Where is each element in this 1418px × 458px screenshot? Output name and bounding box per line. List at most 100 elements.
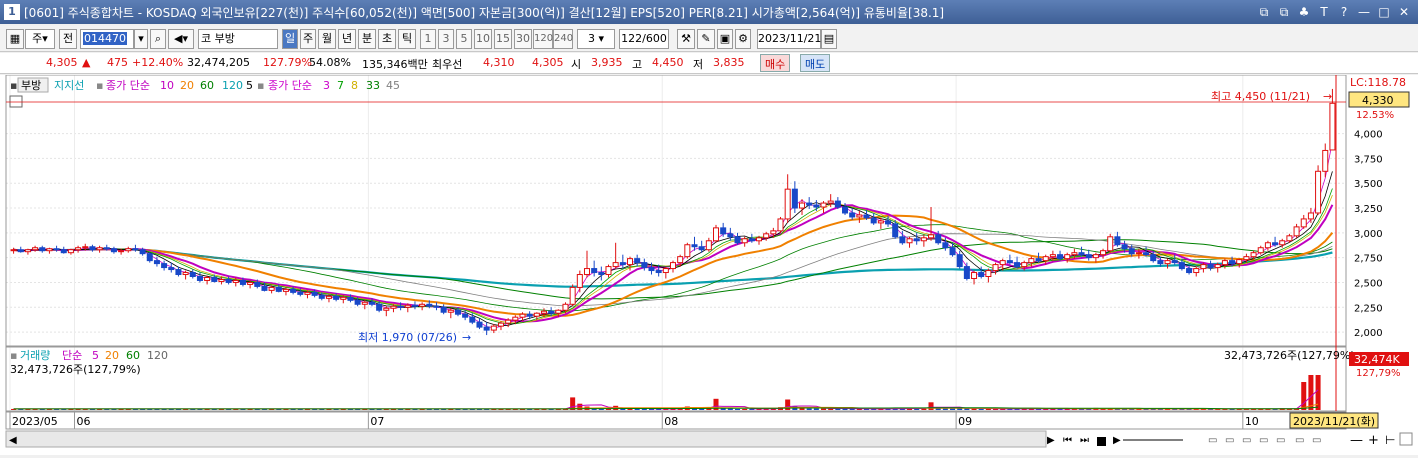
candle-body: [562, 303, 569, 311]
y-tick-label: 3,750: [1354, 154, 1383, 165]
count-input[interactable]: 122/600: [619, 29, 669, 49]
candle-body: [196, 276, 203, 281]
zoom-in-icon[interactable]: +: [1368, 433, 1379, 448]
stock-code-input[interactable]: 014470: [80, 29, 134, 49]
chart-menu-icon[interactable]: ▦: [6, 29, 24, 49]
period-tick-tab[interactable]: 틱: [398, 29, 416, 49]
save-icon[interactable]: ▣: [717, 29, 733, 49]
interval-30[interactable]: 30: [514, 29, 532, 49]
tool-icon-2[interactable]: ▭: [1225, 435, 1234, 446]
close-icon[interactable]: ✕: [1396, 4, 1412, 20]
volume-bar: [806, 408, 812, 410]
period-month-tab[interactable]: 월: [318, 29, 336, 49]
last-page-icon[interactable]: ⏭: [1080, 435, 1089, 446]
maximize-icon[interactable]: □: [1376, 4, 1392, 20]
candle-body: [591, 268, 598, 274]
candle-body: [512, 316, 519, 321]
search-icon[interactable]: ⌕: [150, 29, 166, 49]
volume-bar: [942, 408, 948, 410]
code-dropdown-icon[interactable]: ▾: [134, 29, 148, 49]
interval-10[interactable]: 10: [474, 29, 492, 49]
x-tick-label: 07: [370, 415, 384, 428]
tool-icon-4[interactable]: ▭: [1259, 435, 1268, 446]
volume-ma-5: 5: [92, 349, 99, 362]
scroll-track[interactable]: [5, 430, 1047, 448]
candle-body: [734, 236, 741, 244]
candle-body: [32, 247, 39, 251]
tool-icon-1[interactable]: ▭: [1208, 435, 1217, 446]
sound-icon[interactable]: ◀▾: [168, 29, 194, 49]
period-week-tab[interactable]: 주: [300, 29, 316, 49]
candle-body: [677, 256, 684, 264]
candle-body: [806, 202, 813, 206]
legend-bullet: ▪: [10, 79, 17, 92]
tool-icon-5[interactable]: ▭: [1276, 435, 1285, 446]
candle-body: [1315, 170, 1322, 214]
text-icon[interactable]: T: [1316, 4, 1332, 20]
chart-type-select[interactable]: 주▾: [25, 29, 55, 49]
interval-select[interactable]: 3 ▾: [577, 29, 615, 49]
copy-window-icon[interactable]: ⧉: [1276, 4, 1292, 20]
volume-title: 거래량: [20, 349, 50, 362]
tool-icon-6[interactable]: ▭: [1295, 435, 1304, 446]
candle-body: [469, 316, 476, 323]
interval-120[interactable]: 120: [533, 29, 553, 49]
interval-240[interactable]: 240: [553, 29, 573, 49]
club-icon[interactable]: ♣: [1296, 4, 1312, 20]
interval-15[interactable]: 15: [494, 29, 512, 49]
legend-ma1-60: 60: [200, 79, 214, 92]
candle-body: [1114, 236, 1121, 246]
candle-body: [877, 220, 884, 224]
panel-grid-icon[interactable]: [9, 95, 23, 108]
candle-body: [1286, 235, 1293, 242]
scrollbar[interactable]: ◀ ▶ ⏮ ⏭ ▶ ▭ ▭ ▭ ▭ ▭ ▭ ▭ — + ⊢: [5, 430, 1413, 448]
period-year-tab[interactable]: 년: [338, 29, 356, 49]
scope-button[interactable]: 전: [59, 29, 77, 49]
tool-icon-7[interactable]: ▭: [1312, 435, 1321, 446]
interval-5[interactable]: 5: [456, 29, 472, 49]
candle-body: [1035, 258, 1042, 262]
candle-body: [906, 238, 913, 244]
candle-body: [1214, 264, 1221, 269]
help-icon[interactable]: ?: [1336, 4, 1352, 20]
candle-body: [483, 326, 490, 331]
candle-body: [540, 310, 547, 314]
candle-body: [698, 246, 705, 251]
candle-body: [1021, 262, 1028, 268]
minimize-icon[interactable]: —: [1356, 4, 1372, 20]
buy-button[interactable]: 매수: [760, 54, 791, 72]
calendar-icon[interactable]: ▤: [821, 29, 837, 49]
volume-bar: [641, 408, 647, 410]
period-minute-tab[interactable]: 분: [358, 29, 376, 49]
x-tick-label: 2023/05: [12, 415, 58, 428]
candle-body: [89, 246, 96, 251]
scroll-right-icon[interactable]: ▶: [1047, 435, 1055, 446]
play-icon[interactable]: ▶: [1113, 435, 1121, 446]
gear-icon[interactable]: ⚙: [735, 29, 751, 49]
fit-icon[interactable]: ⊢: [1385, 433, 1395, 447]
period-second-tab[interactable]: 초: [378, 29, 396, 49]
legend-ma1-5: 5: [246, 79, 253, 92]
first-page-icon[interactable]: ⏮: [1063, 435, 1072, 446]
zoom-out-icon[interactable]: —: [1350, 433, 1363, 448]
interval-3[interactable]: 3: [438, 29, 454, 49]
stock-chart[interactable]: ▪ 부방 지지선 ▪ 종가 단순 10 20 60 120 5 ▪ 종가 단순 …: [0, 74, 1418, 455]
period-day-tab[interactable]: 일: [282, 29, 298, 49]
date-input[interactable]: 2023/11/21: [757, 29, 821, 49]
sell-button[interactable]: 매도: [800, 54, 831, 72]
draw-tool-icon[interactable]: ✎: [697, 29, 715, 49]
layout-icon[interactable]: ⧉: [1256, 4, 1272, 20]
candle-body: [770, 230, 777, 235]
volume-bar: [1301, 382, 1307, 410]
chart-area[interactable]: ▪ 부방 지지선 ▪ 종가 단순 10 20 60 120 5 ▪ 종가 단순 …: [0, 74, 1418, 455]
candle-body: [1193, 268, 1200, 274]
tool-icon-3[interactable]: ▭: [1242, 435, 1251, 446]
stock-name-field[interactable]: 코 부방: [198, 29, 278, 49]
interval-1[interactable]: 1: [420, 29, 436, 49]
candle-settings-icon[interactable]: ⚒: [677, 29, 695, 49]
stop-icon[interactable]: [1097, 437, 1106, 446]
candle-body: [1264, 242, 1271, 249]
candle-body: [1143, 252, 1150, 256]
settings-box-icon[interactable]: [1399, 432, 1413, 446]
scroll-left-icon[interactable]: ◀: [9, 435, 17, 446]
